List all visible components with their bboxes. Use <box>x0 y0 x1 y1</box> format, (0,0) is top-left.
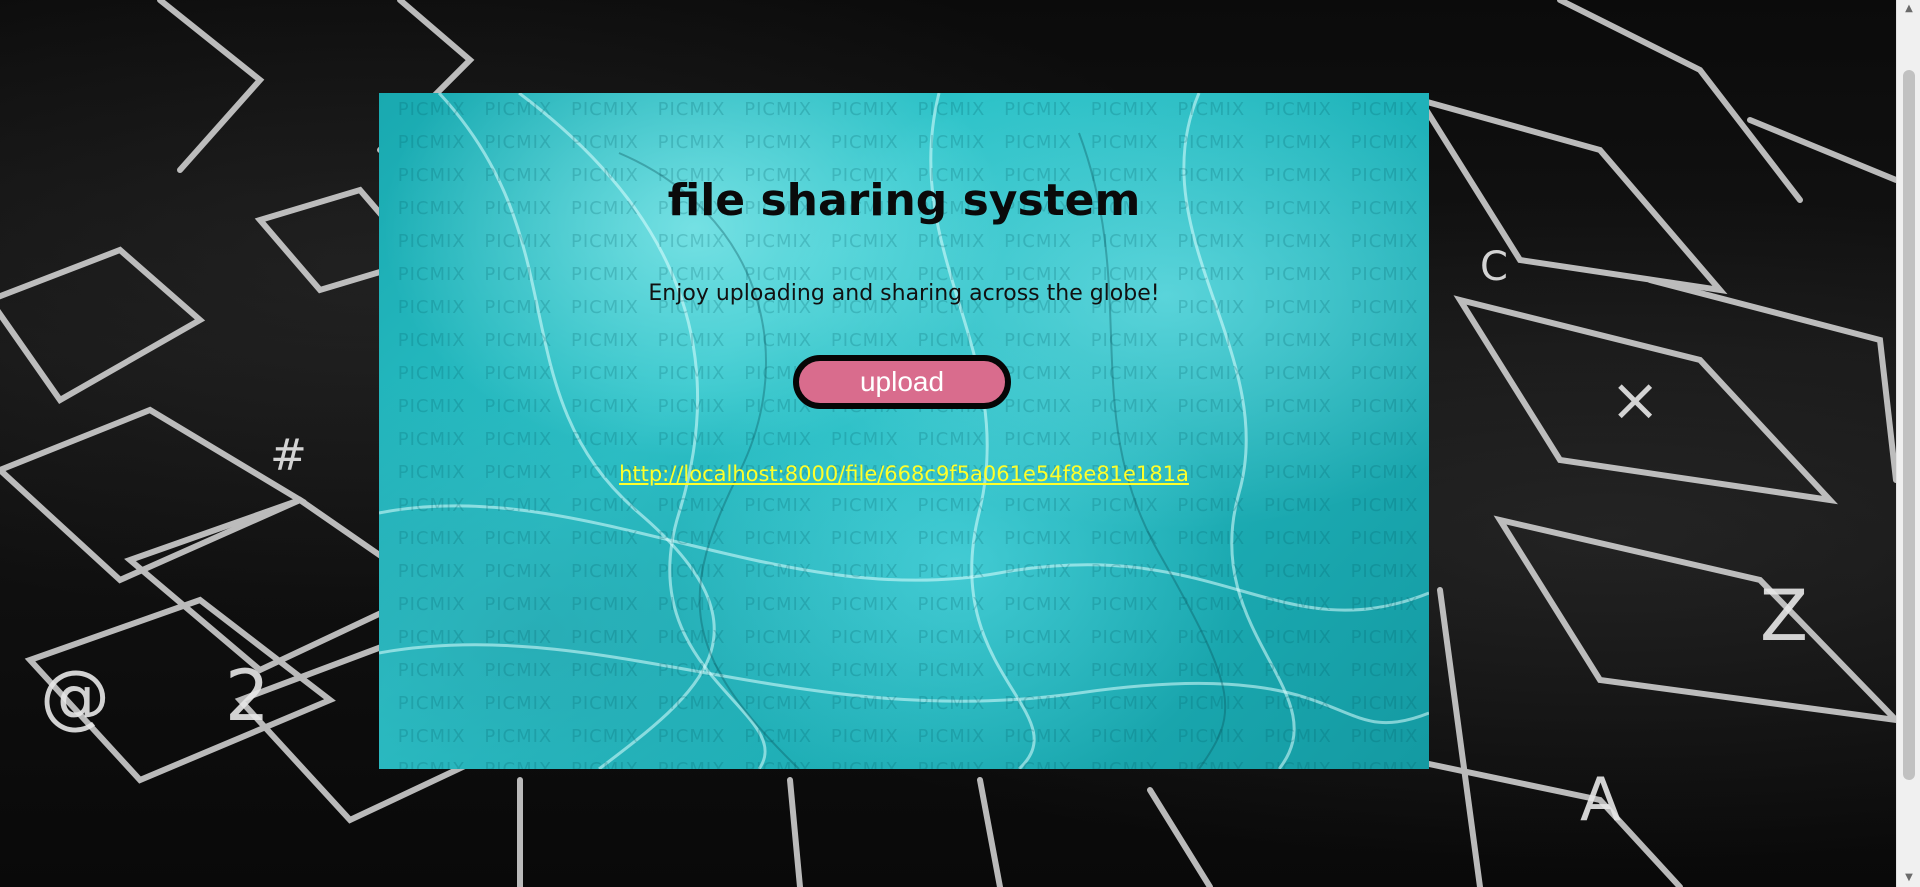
svg-text:#: # <box>270 430 307 481</box>
scrollbar-thumb[interactable] <box>1903 70 1915 780</box>
shared-file-link[interactable]: http://localhost:8000/file/668c9f5a061e5… <box>379 462 1429 486</box>
svg-text:A: A <box>1580 765 1621 835</box>
svg-text:C: C <box>1480 244 1508 290</box>
chevron-up-icon[interactable]: ▲ <box>1897 0 1920 18</box>
svg-text:×: × <box>1610 365 1660 435</box>
page-title: file sharing system <box>667 175 1141 226</box>
upload-card: PICMIX PICMIX PICMIX PICMIX PICMIX PICMI… <box>379 93 1429 769</box>
upload-button[interactable]: upload <box>793 355 1011 409</box>
vertical-scrollbar[interactable]: ▲ ▼ <box>1896 0 1920 887</box>
chevron-down-icon[interactable]: ▼ <box>1897 869 1920 887</box>
svg-text:2: 2 <box>225 655 270 737</box>
svg-text:Z: Z <box>1760 575 1808 657</box>
page-subtitle: Enjoy uploading and sharing across the g… <box>648 281 1160 306</box>
svg-text:@: @ <box>40 655 110 737</box>
